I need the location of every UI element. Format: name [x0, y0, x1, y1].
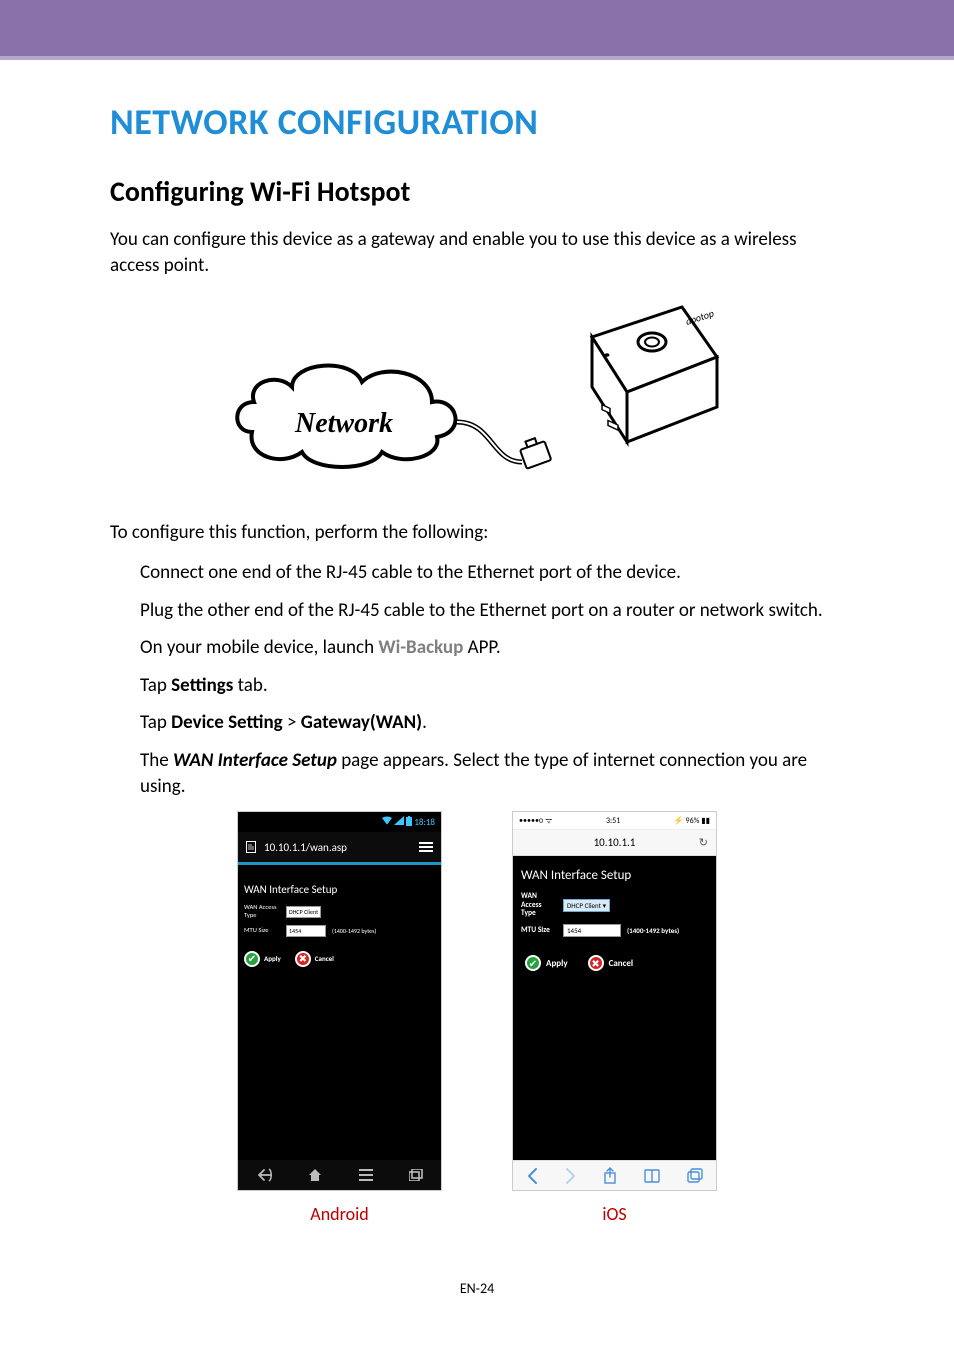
ios-hint-mtu: (1400-1492 bytes) — [627, 926, 679, 935]
settings-label: Settings — [171, 674, 233, 697]
android-url: 10.10.1.1/wan.asp — [264, 841, 411, 854]
android-apply-label: Apply — [264, 954, 281, 963]
ios-status-right: ⚡ 96% ▮▮ — [674, 816, 710, 826]
check-icon: ✔ — [525, 955, 541, 971]
android-status-bar: 18:18 — [238, 812, 441, 832]
wan-setup-label: WAN Interface Setup — [173, 749, 337, 772]
step-6: The WAN Interface Setup page appears. Se… — [140, 748, 844, 799]
android-section-title: WAN Interface Setup — [244, 883, 435, 896]
ios-row-mtu: MTU Size 1454 (1400-1492 bytes) — [521, 924, 708, 937]
menu-icon[interactable] — [359, 1169, 373, 1181]
step-1: Connect one end of the RJ-45 cable to th… — [140, 560, 844, 586]
android-label-access: WAN Access Type — [244, 904, 280, 918]
ios-select-access[interactable]: DHCP Client ▾ — [563, 899, 610, 912]
forward-icon[interactable] — [565, 1168, 576, 1184]
network-diagram-svg: Network apotop — [232, 292, 722, 502]
ios-buttons: ✔ Apply ✖ Cancel — [525, 955, 708, 971]
screenshots-row: 18:18 10.10.1.1/wan.asp WAN Interface Se… — [110, 811, 844, 1225]
signal-icon — [394, 816, 404, 828]
step-4-pre: Tap — [140, 674, 171, 697]
ios-url-bar[interactable]: 10.10.1.1 ↻ — [513, 830, 716, 856]
android-input-mtu[interactable]: 1454 — [286, 925, 326, 937]
android-cancel-label: Cancel — [315, 954, 334, 963]
check-icon: ✔ — [244, 951, 260, 967]
back-icon[interactable] — [256, 1168, 272, 1182]
step-4-post: tab. — [233, 674, 267, 697]
gateway-wan-label: Gateway(WAN) — [301, 711, 422, 734]
back-icon[interactable] — [527, 1168, 538, 1184]
app-name: Wi-Backup — [378, 636, 463, 659]
ios-nav-bar — [513, 1160, 716, 1190]
ios-section-title: WAN Interface Setup — [521, 868, 708, 883]
android-url-bar[interactable]: 10.10.1.1/wan.asp — [238, 832, 441, 862]
step-3: On your mobile device, launch Wi-Backup … — [140, 635, 844, 661]
cloud-label: Network — [294, 408, 393, 439]
lead-text: To configure this function, perform the … — [110, 520, 844, 546]
section-heading: Configuring Wi-Fi Hotspot — [110, 174, 844, 209]
ios-input-mtu[interactable]: 1454 — [563, 924, 621, 937]
ios-label-access: WAN Access Type — [521, 893, 557, 918]
ios-status-bar: •••••○ ᯤ 3:51 ⚡ 96% ▮▮ — [513, 812, 716, 830]
bookmarks-icon[interactable] — [644, 1169, 660, 1183]
android-time: 18:18 — [414, 817, 435, 828]
ios-row-access: WAN Access Type DHCP Client ▾ — [521, 893, 708, 918]
ios-status-time: 3:51 — [606, 816, 620, 826]
android-cancel-button[interactable]: ✖ Cancel — [295, 951, 334, 967]
ios-screenshot: •••••○ ᯤ 3:51 ⚡ 96% ▮▮ 10.10.1.1 ↻ WAN I… — [512, 811, 717, 1191]
step-5: Tap Device Setting > Gateway(WAN). — [140, 710, 844, 736]
refresh-icon[interactable]: ↻ — [699, 836, 708, 849]
home-icon[interactable] — [308, 1168, 322, 1182]
android-buttons: ✔ Apply ✖ Cancel — [244, 951, 435, 967]
page-title: NETWORK CONFIGURATION — [110, 100, 844, 144]
step-5-post: . — [422, 711, 427, 734]
page-icon — [246, 841, 256, 853]
android-screenshot: 18:18 10.10.1.1/wan.asp WAN Interface Se… — [237, 811, 442, 1191]
page-content: NETWORK CONFIGURATION Configuring Wi-Fi … — [0, 60, 954, 1225]
ios-apply-label: Apply — [546, 958, 568, 969]
cross-icon: ✖ — [295, 951, 311, 967]
step-5-sep: > — [283, 711, 301, 734]
ios-cancel-label: Cancel — [609, 958, 634, 969]
ios-status-left: •••••○ ᯤ — [519, 815, 552, 826]
android-row-mtu: MTU Size 1454 (1400-1492 bytes) — [244, 925, 435, 937]
android-body: WAN Interface Setup WAN Access Type DHCP… — [238, 873, 441, 1160]
device-setting-label: Device Setting — [171, 711, 283, 734]
step-2: Plug the other end of the RJ-45 cable to… — [140, 598, 844, 624]
android-label-mtu: MTU Size — [244, 927, 280, 934]
android-apply-button[interactable]: ✔ Apply — [244, 951, 281, 967]
cross-icon: ✖ — [588, 955, 604, 971]
android-nav-bar — [238, 1160, 441, 1190]
step-6-pre: The — [140, 749, 173, 772]
menu-lines-icon[interactable] — [419, 842, 433, 852]
recent-icon[interactable] — [409, 1169, 423, 1181]
wifi-icon — [382, 816, 392, 828]
tabs-icon[interactable] — [687, 1168, 703, 1183]
android-caption: Android — [310, 1203, 368, 1225]
ios-caption: iOS — [602, 1203, 626, 1225]
ios-apply-button[interactable]: ✔ Apply — [525, 955, 568, 971]
android-accent-bar — [238, 862, 441, 865]
ios-column: •••••○ ᯤ 3:51 ⚡ 96% ▮▮ 10.10.1.1 ↻ WAN I… — [512, 811, 717, 1225]
step-3-pre: On your mobile device, launch — [140, 636, 378, 659]
share-icon[interactable] — [603, 1167, 617, 1184]
battery-icon — [406, 816, 412, 829]
steps-list: Connect one end of the RJ-45 cable to th… — [110, 560, 844, 799]
android-column: 18:18 10.10.1.1/wan.asp WAN Interface Se… — [237, 811, 442, 1225]
page-number: EN-24 — [0, 1280, 954, 1297]
intro-paragraph: You can configure this device as a gatew… — [110, 227, 844, 278]
network-figure: Network apotop — [110, 292, 844, 502]
ios-body: WAN Interface Setup WAN Access Type DHCP… — [513, 856, 716, 1160]
svg-text:apotop: apotop — [684, 307, 716, 328]
header-bar — [0, 0, 954, 60]
android-select-access[interactable]: DHCP Client — [286, 906, 321, 918]
ios-label-mtu: MTU Size — [521, 927, 557, 935]
step-3-post: APP. — [463, 636, 500, 659]
android-hint-mtu: (1400-1492 bytes) — [332, 927, 376, 935]
ios-url: 10.10.1.1 — [594, 836, 636, 849]
step-4: Tap Settings tab. — [140, 673, 844, 699]
ios-cancel-button[interactable]: ✖ Cancel — [588, 955, 634, 971]
step-5-pre: Tap — [140, 711, 171, 734]
android-row-access: WAN Access Type DHCP Client — [244, 904, 435, 918]
